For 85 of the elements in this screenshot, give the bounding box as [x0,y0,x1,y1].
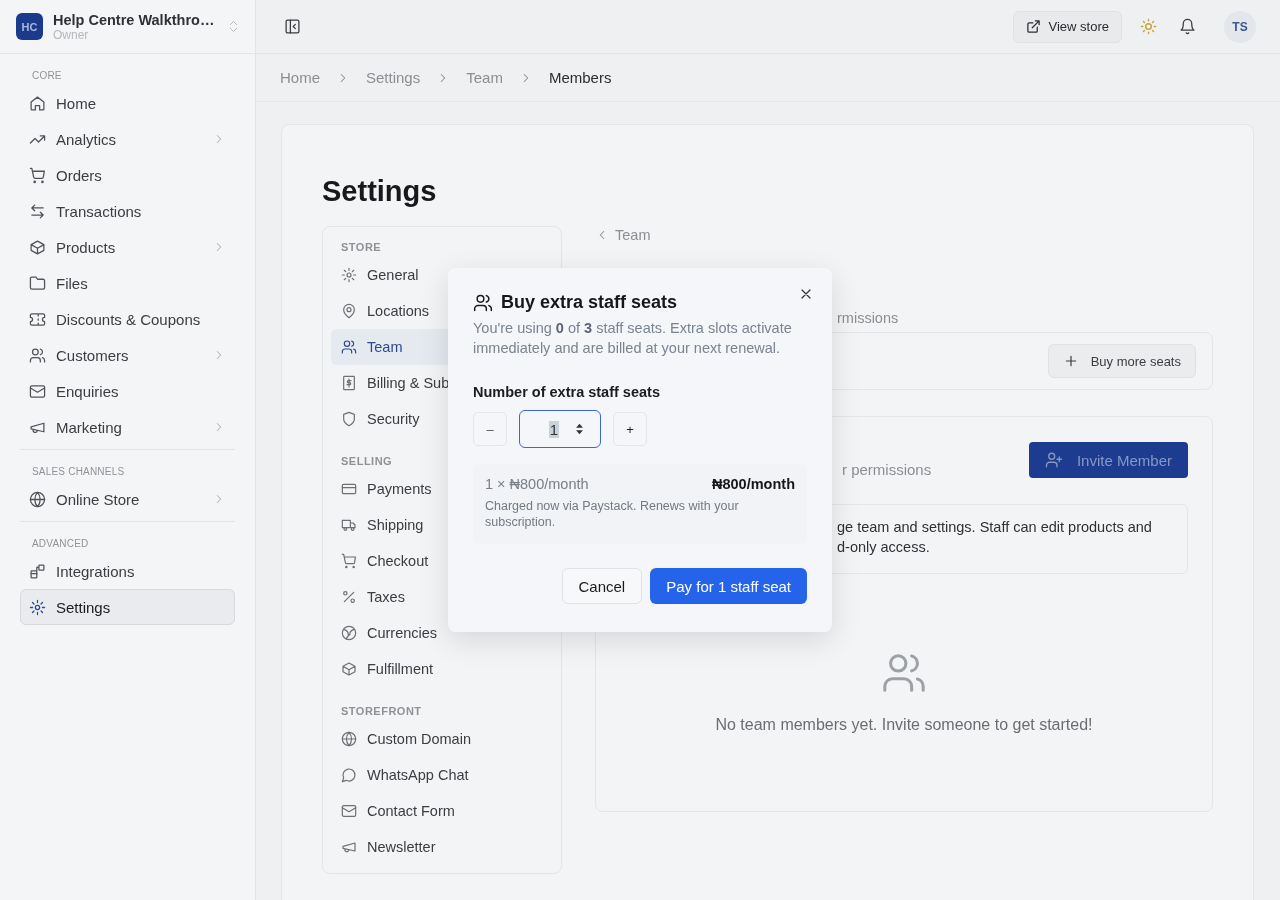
workspace-role: Owner [53,27,90,42]
receipt-icon [341,375,357,391]
quantity-field[interactable]: 1 [519,410,601,448]
users-icon [341,339,357,355]
pin-icon [341,303,357,319]
nav-item[interactable]: Orders [20,157,235,193]
breadcrumb-link[interactable]: Members [548,69,612,86]
mail-icon [29,382,46,400]
settings-nav-item[interactable]: General [331,257,429,293]
settings-nav-item[interactable]: Locations [331,293,440,329]
settings-nav-item[interactable]: Checkout [331,543,439,579]
nav-item[interactable]: Files [20,265,235,301]
arrows-icon [29,202,46,220]
section-heading: CORE [31,69,63,83]
home-icon [29,94,46,112]
section-heading: SALES CHANNELS [31,465,126,479]
box-icon [341,661,357,677]
sun-icon [1140,18,1157,35]
nav-item[interactable]: Analytics [20,121,235,157]
nav-item[interactable]: Discounts & Coupons [20,301,235,337]
truck-icon [341,517,357,533]
nav-item[interactable]: Online Store [20,481,235,517]
chat-icon [341,767,357,783]
folder-icon [29,274,46,292]
dialog-title: Buy extra staff seats [501,292,678,313]
settings-nav-item[interactable]: Fulfillment [331,651,444,687]
bell-icon [1179,18,1196,35]
cart-icon [29,166,46,184]
mail-icon [341,803,357,819]
total-price: ₦800/month [712,476,795,492]
nav-item[interactable]: Settings [20,589,235,625]
workspace-name: Help Centre Walkthro… [53,11,216,28]
settings-nav-item[interactable]: Currencies [331,615,448,651]
nav-item[interactable]: Enquiries [20,373,235,409]
info-text: ge team and settings. Staff can edit products and [837,518,1153,537]
users-icon [473,292,493,313]
workspace-logo: HC [16,13,43,40]
nav-item[interactable]: Marketing [20,409,235,445]
cancel-button[interactable]: Cancel [561,568,643,604]
user-plus-icon [1044,451,1063,469]
box-icon [29,238,46,256]
settings-nav-item[interactable]: Custom Domain [331,721,481,757]
nav-item[interactable]: Home [20,85,235,121]
megaphone-icon [341,839,357,855]
decrement-button[interactable]: – [473,412,507,446]
settings-nav-item[interactable]: Billing & Sub [331,365,460,401]
sidebar-toggle-icon [284,18,301,35]
section-heading: ADVANCED [31,537,90,551]
settings-nav-item[interactable]: WhatsApp Chat [331,757,479,793]
ticket-icon [29,310,46,328]
buy-more-seats-button[interactable]: Buy more seats [1047,344,1196,378]
settings-nav-item[interactable]: Shipping [331,507,434,543]
cart-icon [341,553,357,569]
settings-nav-item[interactable]: Taxes [331,579,415,615]
empty-state-text: No team members yet. Invite someone to get started! [715,716,1093,734]
globe-icon [29,490,46,508]
nav-item[interactable]: Transactions [20,193,235,229]
card-icon [341,481,357,497]
section-heading: STORE [340,240,383,255]
external-link-icon [1025,19,1041,34]
nav-item[interactable]: Integrations [20,553,235,589]
billing-note: Charged now via Paystack. Renews with your subscription. [485,498,740,530]
section-heading: SELLING [340,454,394,469]
increment-button[interactable]: + [613,412,647,446]
line-item-text: 1 × ₦800/month [485,476,589,492]
nav-item[interactable]: Customers [20,337,235,373]
blocks-icon [29,562,46,580]
settings-nav-item[interactable]: Contact Form [331,793,465,829]
page-title: Settings [322,175,438,208]
users-icon [29,346,46,364]
section-heading: STOREFRONT [340,704,423,719]
spinner-icon[interactable] [575,423,584,435]
shield-icon [341,411,357,427]
percent-icon [341,589,357,605]
nav-item[interactable]: Products [20,229,235,265]
globe-icon [341,731,357,747]
settings-nav-item[interactable]: Newsletter [331,829,446,865]
field-label: Number of extra staff seats [473,384,661,400]
pay-button[interactable]: Pay for 1 staff seat [650,568,807,604]
settings-nav-item[interactable]: Security [331,401,430,437]
info-text: d-only access. [837,538,931,557]
view-store-button[interactable]: View store [1012,10,1122,43]
settings-nav-item[interactable]: Payments [331,471,442,507]
user-avatar[interactable]: TS [1224,10,1256,43]
card-subtitle: r permissions [842,460,932,478]
